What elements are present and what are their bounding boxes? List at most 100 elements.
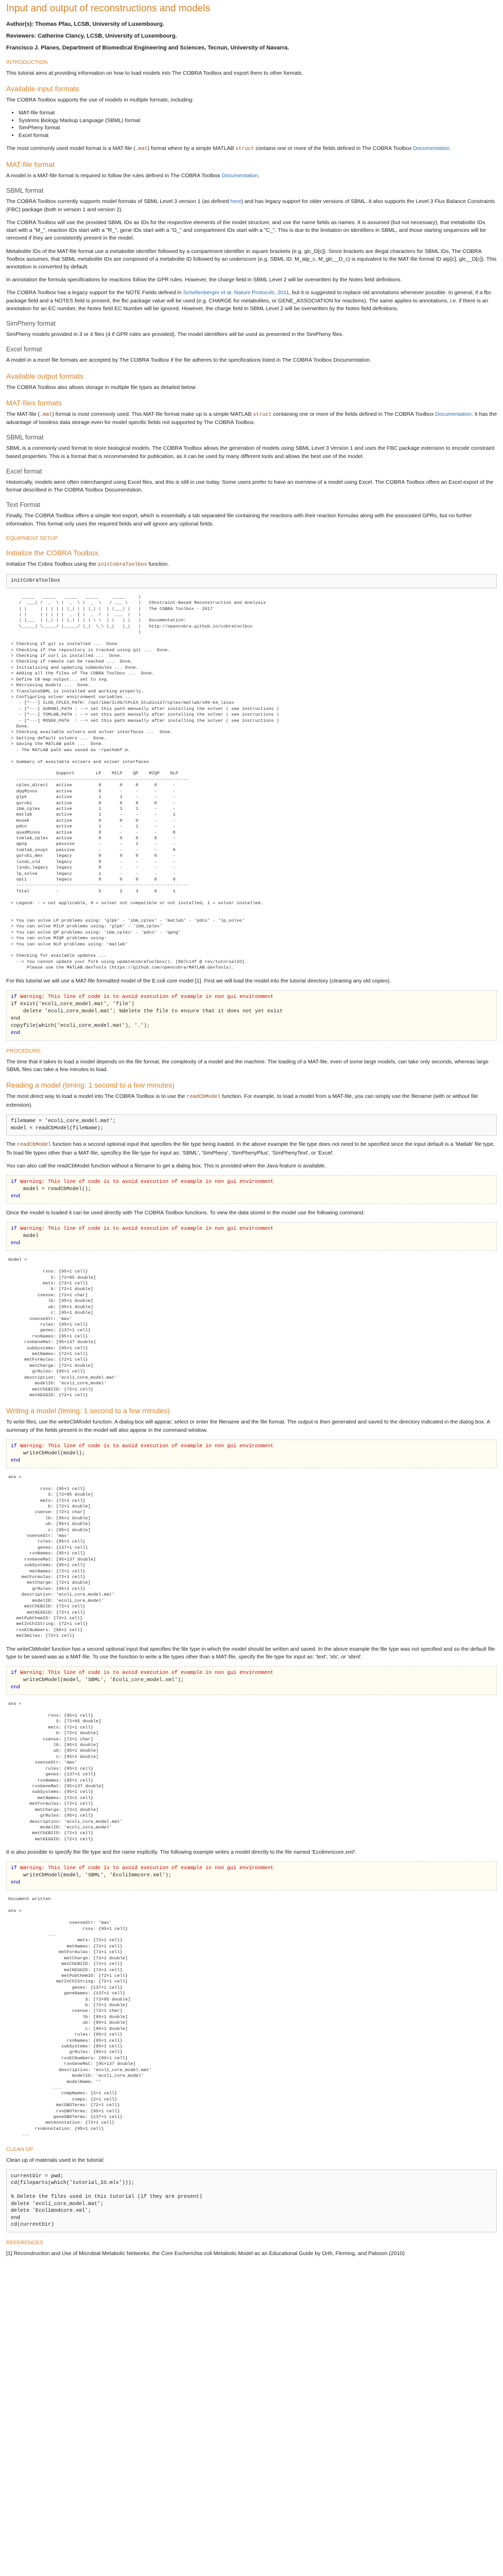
write-output-2: ans = rxns: {95×1 cell} S: [72×95 double… bbox=[8, 1701, 123, 1842]
reading-model-heading: Reading a model (timing: 1 second to a f… bbox=[6, 1081, 175, 1090]
document: Input and output of reconstructions and … bbox=[0, 0, 503, 2273]
procedure-heading: PROCEDURE bbox=[6, 1047, 41, 1054]
mat-files-formats-heading: MAT-files formats bbox=[6, 398, 62, 407]
initialize-heading: Initialize the COBRA Toolbox. bbox=[6, 548, 100, 557]
documentation-link[interactable]: Documentation bbox=[435, 411, 472, 417]
text: Initialize The Cobra Toolbox using the bbox=[6, 561, 98, 567]
text: function has a second optional input tha… bbox=[6, 1141, 495, 1156]
excel-format-text: A model in a excel file formats are acce… bbox=[6, 357, 371, 364]
inline-code: struct bbox=[235, 146, 254, 152]
text: ) format where by a simple MATLAB bbox=[147, 145, 236, 151]
code-block-read-model[interactable]: fileName = 'ecoli_core_model.mat'; model… bbox=[6, 1114, 497, 1136]
text: The COBRA Toolbox has a legacy support f… bbox=[6, 290, 183, 296]
code-line: delete 'ecoli_core_model.mat'; %delete t… bbox=[11, 1008, 283, 1014]
after-load-text: Once the model is loaded it can be used … bbox=[6, 1210, 365, 1216]
example-text: For this tutorial we will use a MAT-file… bbox=[6, 977, 391, 984]
reference-item: [1] Reconstruction and Use of Microbial … bbox=[6, 2250, 405, 2257]
write-explicit-text: It is also possible to specify the file … bbox=[6, 1849, 357, 1856]
sbml-paragraph-2: The COBRA Toolbox will use the provided … bbox=[6, 219, 486, 242]
text: containing one or more of the fields def… bbox=[271, 411, 436, 417]
code-block-read-gui[interactable]: if Warning: This line of code is to avoi… bbox=[6, 1175, 497, 1205]
text: The COBRA Toolbox currently supports mod… bbox=[6, 198, 231, 205]
code-line: writeCbModel(model, 'SBML', 'EcoliImmcor… bbox=[23, 1873, 172, 1879]
code-line: model = readCbModel(); bbox=[23, 1187, 92, 1193]
initialize-text: Initialize The Cobra Toolbox using the i… bbox=[6, 561, 497, 569]
code-line: model bbox=[23, 1233, 39, 1240]
code-block-view-model[interactable]: if Warning: This line of code is to avoi… bbox=[6, 1222, 497, 1251]
code-block-init[interactable]: initCobraToolbox bbox=[6, 574, 497, 588]
warning-text: Warning: This line of code is to avoid e… bbox=[20, 1866, 274, 1872]
sbml-paragraph-4: In annotation the formula specifications… bbox=[6, 277, 402, 283]
list-item: SimPheny format bbox=[19, 124, 497, 132]
cleanup-text: Clean up of materials used in the tutori… bbox=[6, 2157, 105, 2163]
sbml-spec-link[interactable]: here bbox=[230, 198, 241, 205]
code-line: writeCbModel(model); bbox=[23, 1450, 85, 1456]
inline-code: struct bbox=[253, 412, 272, 418]
input-formats-list: MAT-file format Systems Biology Markup L… bbox=[6, 109, 497, 140]
text: . bbox=[258, 173, 260, 179]
warning-text: Warning: This line of code is to avoid e… bbox=[20, 1670, 274, 1676]
schellenberger-link[interactable]: Schellenberger et al. Nature Protocols, … bbox=[183, 290, 289, 296]
authors: Author(s): Thomas Pfau, LCSB, University… bbox=[6, 21, 164, 27]
text-format-heading: Text Format bbox=[6, 501, 40, 509]
code-block-cleanup[interactable]: currentDir = pwd; cd(fileparts(which('tu… bbox=[6, 2169, 497, 2232]
code-line: copyfile(which('ecoli_core_model.mat'), … bbox=[11, 1023, 150, 1029]
sbml-paragraph-1: The COBRA Toolbox currently supports mod… bbox=[6, 198, 497, 213]
inline-code: .mat bbox=[40, 412, 53, 418]
code-block-write-model[interactable]: if Warning: This line of code is to avoi… bbox=[6, 1439, 497, 1468]
sbml-output-text: SBML is a commonly used format to store … bbox=[6, 445, 495, 460]
inline-code: initCobraToolbox bbox=[97, 562, 147, 568]
warning-text: Warning: This line of code is to avoid e… bbox=[20, 994, 274, 1000]
text: function. bbox=[147, 561, 169, 567]
procedure-text: The time that it takes to load a model d… bbox=[6, 1058, 489, 1073]
documentation-link[interactable]: Documentation bbox=[221, 173, 258, 179]
writing-model-text: To write files, use the writeCbModel fun… bbox=[6, 1419, 490, 1433]
init-output: _____ _____ _____ _____ _____ | / ___| /… bbox=[11, 594, 280, 971]
introduction-text: This tutorial aims at providing informat… bbox=[6, 70, 303, 76]
reviewers-2: Francisco J. Planes, Department of Biome… bbox=[6, 44, 289, 51]
sbml-paragraph-5: The COBRA Toolbox has a legacy support f… bbox=[6, 289, 497, 313]
model-output: model = rxns: {95×1 cell} S: [72×95 doub… bbox=[8, 1257, 117, 1398]
available-input-formats-heading: Available input formats bbox=[6, 84, 79, 93]
mat-file-format-heading: MAT-file format bbox=[6, 160, 55, 169]
writing-model-heading: Writing a model (timing: 1 second to a f… bbox=[6, 1406, 170, 1415]
text: . bbox=[449, 145, 452, 151]
text: The most commonly used model format is a… bbox=[6, 145, 135, 151]
inline-code: readCbModel bbox=[17, 1142, 51, 1148]
code-line: end bbox=[11, 1015, 21, 1022]
list-item: Excel format bbox=[19, 132, 497, 140]
warning-text: Warning: This line of code is to avoid e… bbox=[20, 1226, 274, 1232]
simpheny-format-text: SimPheny models provided in 3 or 4 files… bbox=[6, 331, 344, 338]
excel-output-text: Historically, models were often intercha… bbox=[6, 479, 494, 494]
sbml-paragraph-3: Metabolite IDs of the MAT-file format us… bbox=[6, 248, 497, 270]
excel-output-heading: Excel format bbox=[6, 467, 42, 475]
reading-model-text: The most direct way to load a model into… bbox=[6, 1093, 497, 1109]
text-format-text: Finally, The COBRA Toolbox offers a simp… bbox=[6, 513, 472, 527]
code-line: writeCbModel(model, 'SBML', 'Ecoli_core_… bbox=[23, 1677, 184, 1684]
text: The MAT-file ( bbox=[6, 411, 40, 417]
list-item: Systems Biology Markup Language (SBML) f… bbox=[19, 117, 497, 125]
text: The bbox=[6, 1141, 18, 1148]
references-heading: REFERENCES bbox=[6, 2239, 43, 2246]
excel-format-heading: Excel format bbox=[6, 346, 42, 353]
page-title: Input and output of reconstructions and … bbox=[6, 3, 211, 14]
available-output-formats-text: The COBRA Toolbox also allows storage in… bbox=[6, 384, 197, 391]
code-block-write-explicit[interactable]: if Warning: This line of code is to avoi… bbox=[6, 1861, 497, 1891]
write-file-type-text: The writeCbModel function has a second o… bbox=[6, 1646, 495, 1660]
text: A model in a MAT-file format is required… bbox=[6, 173, 222, 179]
simpheny-format-heading: SimPheny format bbox=[6, 320, 56, 328]
code-block-copy-model[interactable]: if Warning: This line of code is to avoi… bbox=[6, 990, 497, 1041]
available-input-formats-text: The COBRA Toolbox supports the use of mo… bbox=[6, 96, 194, 103]
inline-code: .mat bbox=[135, 146, 148, 152]
mat-files-formats-text: The MAT-file (.mat) format is most commo… bbox=[6, 411, 497, 427]
code-line: if exist('ecoli_core_model.mat', 'file') bbox=[11, 1001, 135, 1007]
available-output-formats-heading: Available output formats bbox=[6, 371, 83, 380]
code-block-write-sbml[interactable]: if Warning: This line of code is to avoi… bbox=[6, 1666, 497, 1696]
warning-text: Warning: This line of code is to avoid e… bbox=[20, 1179, 274, 1185]
introduction-heading: INTRODUCTION bbox=[6, 59, 48, 65]
write-output-3: Document written ans = osenseStr: 'max' … bbox=[8, 1896, 152, 2138]
gui-text: You can also call the readCbModel functi… bbox=[6, 1162, 326, 1169]
cleanup-heading: CLEAN UP bbox=[6, 2146, 33, 2153]
documentation-link[interactable]: Documentation bbox=[413, 145, 450, 151]
warning-text: Warning: This line of code is to avoid e… bbox=[20, 1443, 274, 1449]
